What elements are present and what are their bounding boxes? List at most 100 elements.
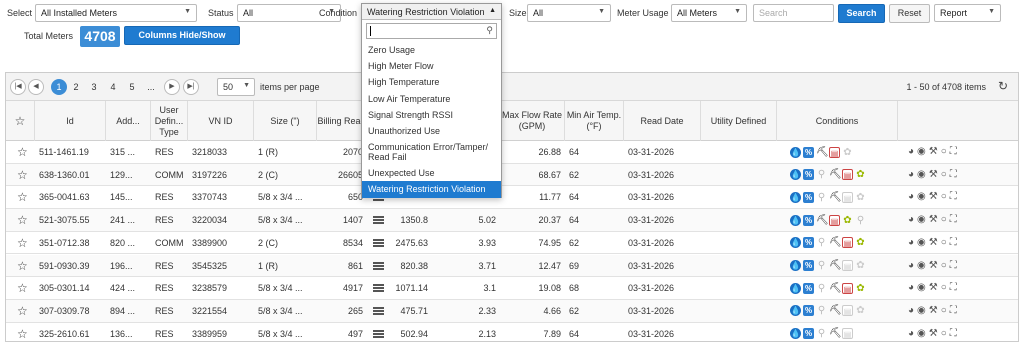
condition-dropdown[interactable]: Watering Restriction Violation ▲ ⚲ Zero … <box>361 3 502 198</box>
meter-usage-dropdown[interactable]: All Meters ▼ <box>671 4 747 22</box>
table-row[interactable]: ☆ 638-1360.01 129... COMM 3197226 2 (C) 26605 6… <box>6 163 1018 187</box>
circle-icon[interactable]: ○ <box>941 232 947 254</box>
circle-icon[interactable]: ○ <box>941 323 947 342</box>
wrench-icon[interactable]: ⚒ <box>929 186 938 208</box>
circle-icon[interactable]: ○ <box>941 186 947 208</box>
condition-option[interactable]: Communication Error/Tamper/ Read Fail <box>362 139 501 165</box>
dashboard-icon[interactable]: ◕ <box>908 186 914 208</box>
refresh-icon[interactable]: ↻ <box>998 79 1008 93</box>
col-conditions[interactable]: Conditions <box>777 101 898 141</box>
search-button[interactable]: Search <box>838 4 885 23</box>
expand-icon[interactable]: ⛶ <box>950 277 957 299</box>
page-5[interactable]: 5 <box>124 79 140 95</box>
expand-icon[interactable]: ⛶ <box>950 300 957 322</box>
eye-icon[interactable]: ◉ <box>917 255 926 277</box>
dashboard-icon[interactable]: ◕ <box>908 323 914 342</box>
dashboard-icon[interactable]: ◕ <box>908 232 914 254</box>
table-row[interactable]: ☆ 521-3075.55 241 ... RES 3220034 5/8 x 3/4 .… <box>6 209 1018 232</box>
dashboard-icon[interactable]: ◕ <box>908 300 914 322</box>
expand-icon[interactable]: ⛶ <box>950 209 957 231</box>
star-header-icon[interactable]: ☆ <box>6 101 35 141</box>
circle-icon[interactable]: ○ <box>941 255 947 277</box>
wrench-icon[interactable]: ⚒ <box>929 209 938 231</box>
eye-icon[interactable]: ◉ <box>917 323 926 342</box>
condition-dropdown-current[interactable]: Watering Restriction Violation ▲ <box>362 4 501 20</box>
circle-icon[interactable]: ○ <box>941 277 947 299</box>
report-dropdown[interactable]: Report ▼ <box>934 4 1001 22</box>
col-read-date[interactable]: Read Date <box>624 101 701 141</box>
table-row[interactable]: ☆ 307-0309.78 894 ... RES 3221554 5/8 x 3/4 .… <box>6 299 1018 323</box>
dashboard-icon[interactable]: ◕ <box>908 277 914 299</box>
col-max-flow-rate[interactable]: Max Flow Rate (GPM) <box>500 101 565 141</box>
favorite-star-icon[interactable]: ☆ <box>13 232 32 254</box>
table-row[interactable]: ☆ 351-0712.38 820 ... COMM 3389900 2 (C) 8534 2… <box>6 232 1018 255</box>
condition-search-input[interactable]: ⚲ <box>366 23 497 39</box>
col-id[interactable]: Id <box>35 101 106 141</box>
dashboard-icon[interactable]: ◕ <box>908 209 914 231</box>
dashboard-icon[interactable]: ◕ <box>908 141 914 163</box>
eye-icon[interactable]: ◉ <box>917 300 926 322</box>
table-row[interactable]: ☆ 591-0930.39 196... RES 3545325 1 (R) 861 820.… <box>6 254 1018 278</box>
dashboard-icon[interactable]: ◕ <box>908 164 914 186</box>
expand-icon[interactable]: ⛶ <box>950 186 957 208</box>
page-more[interactable]: ... <box>143 79 159 95</box>
favorite-star-icon[interactable]: ☆ <box>13 277 32 299</box>
favorite-star-icon[interactable]: ☆ <box>13 300 32 322</box>
eye-icon[interactable]: ◉ <box>917 164 926 186</box>
wrench-icon[interactable]: ⚒ <box>929 300 938 322</box>
circle-icon[interactable]: ○ <box>941 141 947 163</box>
expand-icon[interactable]: ⛶ <box>950 255 957 277</box>
favorite-star-icon[interactable]: ☆ <box>13 323 32 342</box>
col-user-defined-type[interactable]: User Defin... Type <box>151 101 188 141</box>
condition-option[interactable]: High Temperature <box>362 74 501 90</box>
condition-option[interactable]: High Meter Flow <box>362 58 501 74</box>
col-billing-read[interactable]: Billing Read <box>317 101 367 141</box>
col-min-air-temp[interactable]: Min Air Temp. (°F) <box>565 101 624 141</box>
reset-button[interactable]: Reset <box>889 4 930 23</box>
eye-icon[interactable]: ◉ <box>917 186 926 208</box>
condition-option[interactable]: Watering Restriction Violation <box>362 181 501 198</box>
favorite-star-icon[interactable]: ☆ <box>13 209 32 231</box>
wrench-icon[interactable]: ⚒ <box>929 141 938 163</box>
favorite-star-icon[interactable]: ☆ <box>13 186 32 208</box>
expand-icon[interactable]: ⛶ <box>950 232 957 254</box>
circle-icon[interactable]: ○ <box>941 164 947 186</box>
favorite-star-icon[interactable]: ☆ <box>13 141 32 163</box>
favorite-star-icon[interactable]: ☆ <box>13 255 32 277</box>
condition-option[interactable]: Signal Strength RSSI <box>362 107 501 123</box>
eye-icon[interactable]: ◉ <box>917 141 926 163</box>
condition-option[interactable]: Low Air Temperature <box>362 91 501 107</box>
table-row[interactable]: ☆ 511-1461.19 315 ... RES 3218033 1 (R) 2070 26… <box>6 141 1018 164</box>
col-vn-id[interactable]: VN ID <box>188 101 254 141</box>
next-page-icon[interactable]: ▶ <box>164 79 180 95</box>
prev-page-icon[interactable]: ◀ <box>28 79 44 95</box>
condition-option[interactable]: Unexpected Use <box>362 165 501 181</box>
eye-icon[interactable]: ◉ <box>917 277 926 299</box>
wrench-icon[interactable]: ⚒ <box>929 277 938 299</box>
eye-icon[interactable]: ◉ <box>917 209 926 231</box>
reads-list-icon[interactable] <box>369 255 388 277</box>
col-address[interactable]: Add... <box>106 101 151 141</box>
reads-list-icon[interactable] <box>369 232 388 254</box>
table-row[interactable]: ☆ 305-0301.14 424 ... RES 3238579 5/8 x 3/4 .… <box>6 277 1018 300</box>
eye-icon[interactable]: ◉ <box>917 232 926 254</box>
select-dropdown[interactable]: All Installed Meters ▼ <box>35 4 197 22</box>
col-size[interactable]: Size (") <box>254 101 317 141</box>
condition-option[interactable]: Zero Usage <box>362 42 501 58</box>
size-dropdown[interactable]: All ▼ <box>527 4 611 22</box>
table-row[interactable]: ☆ 325-2610.61 136... RES 3389959 5/8 x 3/4 ..… <box>6 323 1018 342</box>
page-3[interactable]: 3 <box>86 79 102 95</box>
reads-list-icon[interactable] <box>369 209 388 231</box>
expand-icon[interactable]: ⛶ <box>950 164 957 186</box>
wrench-icon[interactable]: ⚒ <box>929 164 938 186</box>
reads-list-icon[interactable] <box>369 323 388 342</box>
expand-icon[interactable]: ⛶ <box>950 323 957 342</box>
page-2[interactable]: 2 <box>68 79 84 95</box>
page-1[interactable]: 1 <box>51 79 67 95</box>
columns-hide-show-button[interactable]: Columns Hide/Show <box>124 26 240 45</box>
search-input[interactable]: Search <box>753 4 834 22</box>
favorite-star-icon[interactable]: ☆ <box>13 164 32 186</box>
reads-list-icon[interactable] <box>369 300 388 322</box>
expand-icon[interactable]: ⛶ <box>950 141 957 163</box>
circle-icon[interactable]: ○ <box>941 300 947 322</box>
